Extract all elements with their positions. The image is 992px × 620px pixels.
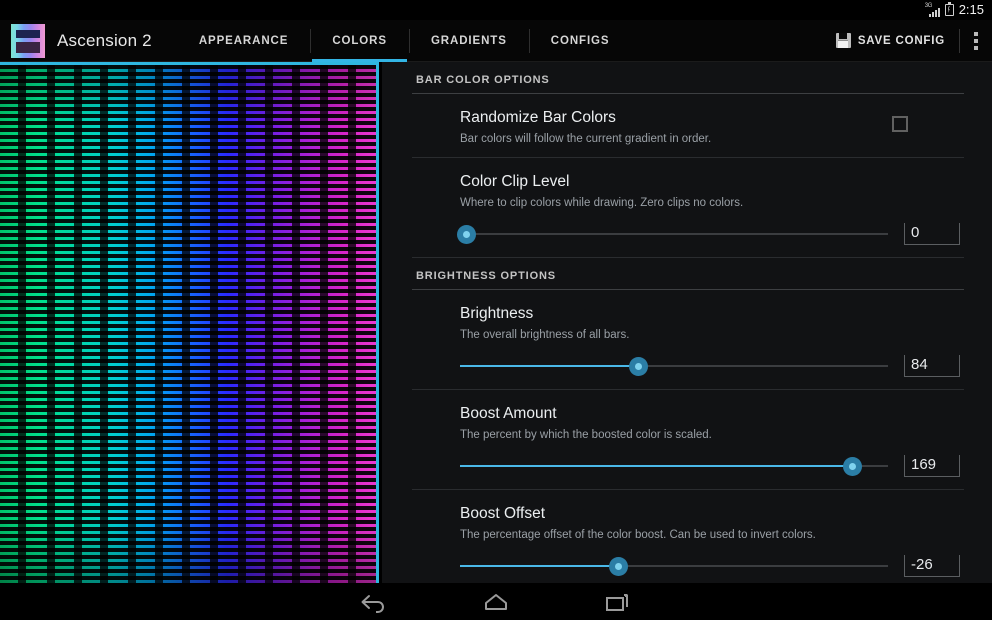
tab-bar: APPEARANCE COLORS GRADIENTS CONFIGS bbox=[177, 20, 632, 62]
save-config-label: SAVE CONFIG bbox=[857, 34, 945, 47]
slider-row: 169 bbox=[460, 453, 964, 479]
tab-gradients[interactable]: GRADIENTS bbox=[408, 20, 529, 62]
app-logo-icon[interactable] bbox=[11, 23, 45, 58]
audio-spectrum-visualizer[interactable] bbox=[0, 62, 379, 583]
slider-fill bbox=[460, 465, 852, 467]
slider-fill bbox=[460, 565, 619, 567]
setting-title: Brightness bbox=[460, 305, 534, 322]
status-bar-clock: 2:15 bbox=[958, 2, 984, 17]
signal-3g-icon: 3G bbox=[925, 3, 940, 17]
setting-slider[interactable] bbox=[457, 221, 888, 247]
setting-value-input[interactable]: 84 bbox=[904, 355, 960, 377]
settings-pane[interactable]: BAR COLOR OPTIONS Randomize Bar Colors Bar… bbox=[382, 62, 992, 583]
section-header: BRIGHTNESS OPTIONS bbox=[412, 258, 964, 290]
recents-nav-icon[interactable] bbox=[600, 589, 636, 615]
back-nav-icon[interactable] bbox=[356, 589, 392, 615]
setting-subtitle: The percent by which the boosted color i… bbox=[460, 429, 712, 441]
app-root: 3G 2:15 Ascension 2 APPEARANCE COLORS GR… bbox=[0, 0, 992, 620]
home-nav-icon[interactable] bbox=[478, 589, 514, 615]
setting-row[interactable]: Randomize Bar Colors Bar colors will foll… bbox=[412, 94, 964, 158]
setting-subtitle: The overall brightness of all bars. bbox=[460, 329, 630, 341]
visualizer-top-border bbox=[0, 62, 379, 65]
overflow-menu-icon[interactable] bbox=[960, 20, 992, 62]
slider-row: 84 bbox=[460, 353, 964, 379]
section-header: BAR COLOR OPTIONS bbox=[412, 62, 964, 94]
tab-colors[interactable]: COLORS bbox=[310, 20, 409, 62]
setting-title: Boost Amount bbox=[460, 405, 557, 422]
setting-value-input[interactable]: 169 bbox=[904, 455, 960, 477]
slider-fill bbox=[460, 365, 638, 367]
slider-thumb[interactable] bbox=[842, 457, 862, 476]
slider-track bbox=[460, 233, 888, 235]
visualizer-stripes bbox=[0, 62, 379, 583]
setting-row[interactable]: Boost Offset The percentage offset of the… bbox=[412, 490, 964, 583]
slider-thumb[interactable] bbox=[628, 357, 648, 376]
setting-checkbox[interactable] bbox=[892, 116, 908, 132]
app-title: Ascension 2 bbox=[57, 30, 152, 50]
system-nav-bar bbox=[0, 583, 992, 620]
setting-slider[interactable] bbox=[460, 453, 888, 479]
slider-thumb[interactable] bbox=[609, 557, 629, 576]
setting-slider[interactable] bbox=[460, 353, 888, 379]
settings-list: BAR COLOR OPTIONS Randomize Bar Colors Bar… bbox=[382, 62, 992, 583]
battery-charging-icon bbox=[944, 2, 954, 16]
slider-row: -26 bbox=[460, 553, 964, 579]
setting-slider[interactable] bbox=[460, 553, 888, 579]
floppy-disk-icon bbox=[835, 33, 851, 48]
status-bar: 3G 2:15 bbox=[0, 0, 992, 20]
setting-subtitle: The percentage offset of the color boost… bbox=[460, 529, 816, 541]
setting-title: Boost Offset bbox=[460, 505, 546, 522]
tab-appearance[interactable]: APPEARANCE bbox=[177, 20, 311, 62]
tab-configs[interactable]: CONFIGS bbox=[528, 20, 632, 62]
slider-thumb[interactable] bbox=[457, 225, 477, 244]
action-bar: Ascension 2 APPEARANCE COLORS GRADIENTS … bbox=[0, 20, 992, 62]
setting-subtitle: Bar colors will follow the current gradi… bbox=[460, 133, 712, 145]
setting-row[interactable]: Brightness The overall brightness of all … bbox=[412, 290, 964, 390]
save-config-button[interactable]: SAVE CONFIG bbox=[822, 20, 959, 62]
slider-row: 0 bbox=[457, 221, 964, 247]
action-bar-actions: SAVE CONFIG bbox=[822, 20, 992, 62]
setting-title: Color Clip Level bbox=[460, 173, 570, 190]
visualizer-right-border bbox=[376, 62, 379, 583]
setting-row[interactable]: Color Clip Level Where to clip colors whi… bbox=[412, 158, 964, 258]
setting-subtitle: Where to clip colors while drawing. Zero… bbox=[460, 197, 744, 209]
setting-value-input[interactable]: 0 bbox=[904, 223, 960, 245]
setting-title: Randomize Bar Colors bbox=[460, 109, 616, 126]
setting-value-input[interactable]: -26 bbox=[904, 555, 960, 577]
setting-row[interactable]: Boost Amount The percent by which the boo… bbox=[412, 390, 964, 490]
